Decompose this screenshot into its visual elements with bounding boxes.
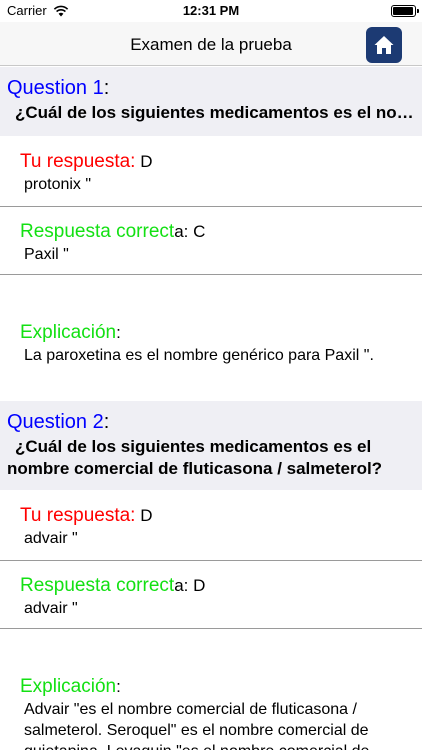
question-header: Question 1: ¿Cuál de los siguientes medi… <box>0 67 422 136</box>
correct-answer-text: Paxil " <box>24 246 69 263</box>
question-title: Question 1: <box>7 77 110 99</box>
question-header: Question 2: ¿Cuál de los siguientes medi… <box>0 401 422 490</box>
your-answer-label: Tu respuesta: <box>20 505 136 526</box>
your-answer-letter: D <box>135 506 153 525</box>
status-time: 12:31 PM <box>182 3 240 18</box>
explanation-label: Explicación <box>20 322 117 343</box>
your-answer-text: protonix " <box>24 176 92 193</box>
battery-icon <box>391 5 419 17</box>
explanation-row: Explicación: Advair "es el nombre comerc… <box>0 629 422 750</box>
correct-answer-letter: a: C <box>174 222 206 241</box>
explanation-row: Explicación: La paroxetina es el nombre … <box>0 275 422 401</box>
page-title: Examen de la prueba <box>130 35 292 54</box>
nav-bar: Examen de la prueba <box>0 22 422 66</box>
review-list[interactable]: Question 1: ¿Cuál de los siguientes medi… <box>0 67 422 750</box>
explanation-text: Advair "es el nombre comercial de flutic… <box>24 701 369 750</box>
correct-answer-label: Respuesta correct <box>20 221 175 242</box>
question-text: ¿Cuál de los siguientes medicamentos es … <box>15 103 422 122</box>
correct-answer-letter: a: D <box>174 576 206 595</box>
question-title: Question 2: <box>7 411 110 433</box>
your-answer-label: Tu respuesta: <box>20 151 136 172</box>
your-answer-row: Tu respuesta: D protonix " <box>0 136 422 207</box>
correct-answer-row: Respuesta correcta: C Paxil " <box>0 207 422 275</box>
home-icon <box>374 36 394 54</box>
explanation-label: Explicación <box>20 676 117 697</box>
home-button[interactable] <box>366 27 402 63</box>
your-answer-row: Tu respuesta: D advair " <box>0 490 422 561</box>
correct-answer-text: advair " <box>24 600 78 617</box>
correct-answer-row: Respuesta correcta: D advair " <box>0 561 422 629</box>
explanation-text: La paroxetina es el nombre genérico para… <box>24 347 374 364</box>
correct-answer-label: Respuesta correct <box>20 575 175 596</box>
status-bar: Carrier 12:31 PM <box>0 0 422 22</box>
your-answer-text: advair " <box>24 530 78 547</box>
your-answer-letter: D <box>135 152 153 171</box>
question-text: ¿Cuál de los siguientes medicamentos es … <box>7 437 383 478</box>
